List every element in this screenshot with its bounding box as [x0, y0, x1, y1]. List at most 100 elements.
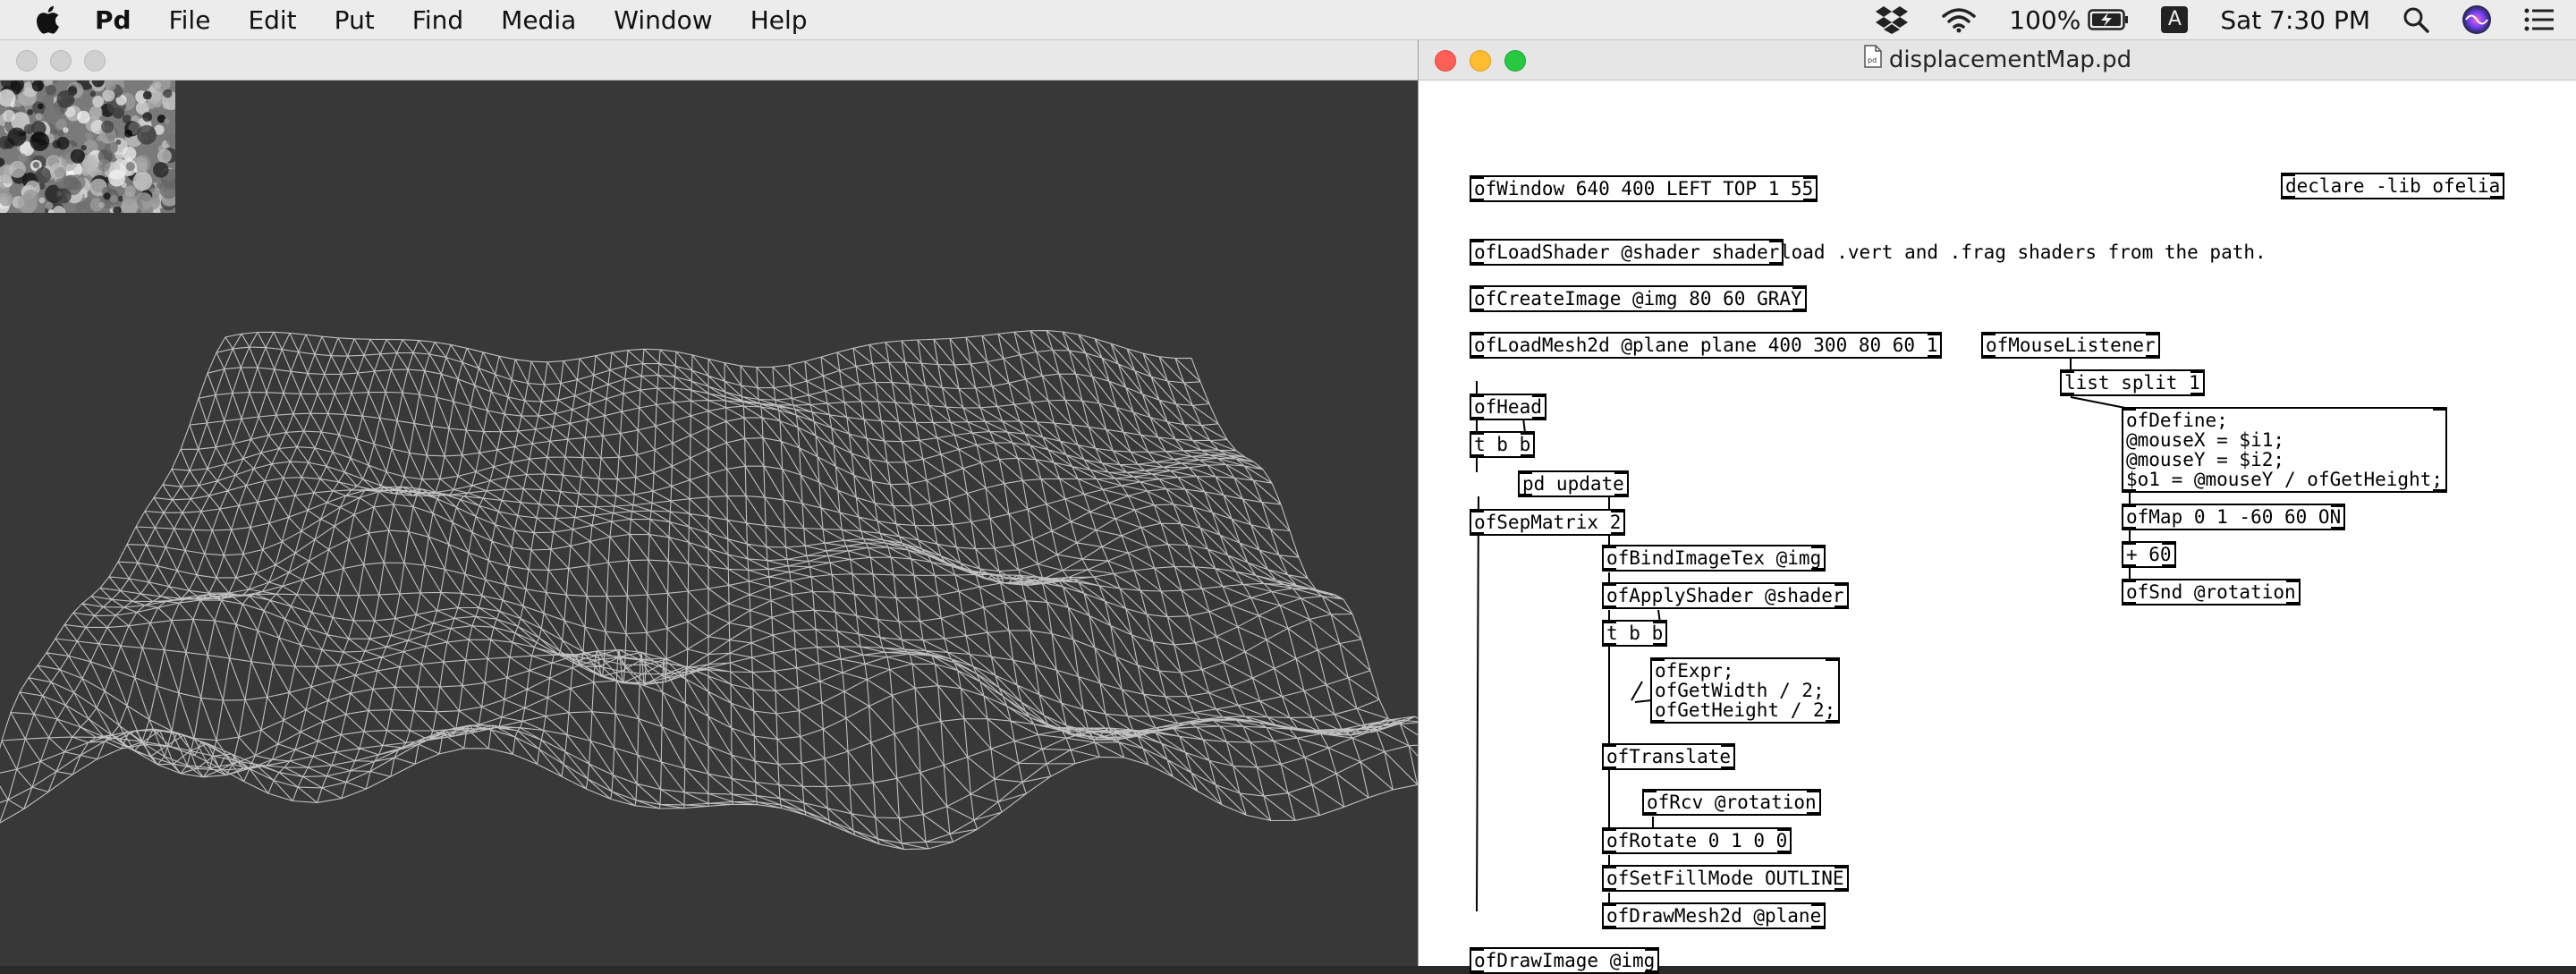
object-ofloadshader[interactable]: ofLoadShader @shader shader	[1470, 239, 1784, 266]
object-ofdefine[interactable]: ofDefine; @mouseX = $i1; @mouseY = $i2; …	[2122, 407, 2448, 493]
inlet[interactable]	[1792, 285, 1805, 289]
object-ofbindimagetex[interactable]: ofBindImageTex @img	[1602, 545, 1826, 572]
inlet[interactable]	[1604, 743, 1616, 747]
inlet[interactable]	[1777, 827, 1790, 831]
render-canvas[interactable]	[0, 80, 1418, 966]
outlet[interactable]	[1471, 454, 1484, 458]
inlet[interactable]	[1471, 509, 1484, 512]
object-ofloadmesh2d[interactable]: ofLoadMesh2d @plane plane 400 300 80 60 …	[1470, 332, 1943, 359]
outlet[interactable]	[1777, 851, 1790, 854]
object-trigger-bb[interactable]: t b b	[1470, 431, 1536, 458]
inlet[interactable]	[1471, 431, 1484, 435]
outlet[interactable]	[1471, 262, 1484, 266]
menu-help[interactable]: Help	[750, 5, 808, 35]
object-ofsnd-rotation[interactable]: ofSnd @rotation	[2122, 579, 2301, 606]
inlet[interactable]	[1611, 509, 1623, 512]
outlet[interactable]	[1471, 199, 1484, 202]
outlet[interactable]	[2283, 196, 2295, 199]
outlet[interactable]	[2286, 602, 2299, 606]
inlet[interactable]	[2123, 541, 2136, 545]
inlet[interactable]	[2286, 579, 2299, 582]
object-ofhead[interactable]: ofHead	[1470, 394, 1546, 420]
outlet[interactable]	[1471, 532, 1484, 536]
menu-app-pd[interactable]: Pd	[95, 5, 131, 35]
outlet[interactable]	[1471, 970, 1484, 974]
wifi-icon[interactable]	[1941, 6, 1977, 33]
inlet[interactable]	[2190, 369, 2203, 373]
inlet[interactable]	[1614, 470, 1627, 474]
menu-media[interactable]: Media	[501, 5, 576, 35]
inlet[interactable]	[1604, 620, 1616, 623]
inlet[interactable]	[1652, 657, 1665, 661]
object-trigger-bb-2[interactable]: t b b	[1602, 620, 1668, 647]
inlet[interactable]	[2490, 173, 2503, 176]
outlet[interactable]	[1614, 494, 1627, 497]
inlet[interactable]	[1604, 582, 1616, 586]
outlet[interactable]	[1653, 643, 1665, 647]
inlet[interactable]	[1983, 332, 1996, 335]
object-declare[interactable]: declare -lib ofelia	[2281, 173, 2505, 199]
outlet[interactable]	[1835, 606, 1847, 609]
minimize-button[interactable]	[50, 50, 72, 72]
menu-find[interactable]: Find	[412, 5, 463, 35]
outlet[interactable]	[2490, 196, 2503, 199]
outlet[interactable]	[2062, 393, 2074, 396]
outlet[interactable]	[2162, 564, 2174, 568]
inlet[interactable]	[1471, 239, 1484, 242]
outlet[interactable]	[1811, 568, 1824, 572]
dropbox-icon[interactable]	[1875, 5, 1909, 34]
object-ofsepmatrix[interactable]: ofSepMatrix 2	[1470, 509, 1626, 536]
object-list-split[interactable]: list split 1	[2060, 369, 2205, 396]
object-plus[interactable]: + 60	[2122, 541, 2176, 568]
outlet[interactable]	[1835, 888, 1847, 892]
inlet[interactable]	[2331, 504, 2343, 507]
apple-icon[interactable]	[36, 4, 64, 35]
inlet[interactable]	[1471, 394, 1484, 397]
object-ofrotate[interactable]: ofRotate 0 1 0 0	[1602, 827, 1792, 854]
outlet[interactable]	[1652, 720, 1665, 724]
outlet[interactable]	[1604, 606, 1616, 609]
inlet[interactable]	[1653, 620, 1665, 623]
inlet[interactable]	[2433, 407, 2445, 411]
inlet[interactable]	[1521, 431, 1533, 435]
outlet[interactable]	[1807, 812, 1819, 816]
inlet[interactable]	[1604, 865, 1616, 868]
inlet[interactable]	[2283, 173, 2295, 176]
inlet[interactable]	[1835, 865, 1847, 868]
outlet[interactable]	[1604, 888, 1616, 892]
object-ofrcv-rotation[interactable]: ofRcv @rotation	[1642, 789, 1821, 816]
outlet[interactable]	[1471, 355, 1484, 359]
spotlight-icon[interactable]	[2402, 6, 2429, 33]
outlet[interactable]	[1983, 355, 1996, 359]
outlet[interactable]	[1826, 720, 1838, 724]
inlet[interactable]	[1471, 285, 1484, 289]
outlet[interactable]	[1520, 494, 1532, 497]
object-ofmouselistener[interactable]: ofMouseListener	[1981, 332, 2160, 359]
object-ofwindow[interactable]: ofWindow 640 400 LEFT TOP 1 55	[1470, 175, 1818, 202]
inlet[interactable]	[1532, 394, 1545, 397]
inlet[interactable]	[1644, 789, 1657, 792]
outlet[interactable]	[2123, 602, 2136, 606]
outlet[interactable]	[1645, 970, 1657, 974]
inlet[interactable]	[1604, 545, 1616, 548]
close-button[interactable]	[16, 50, 38, 72]
inlet[interactable]	[1721, 743, 1733, 747]
outlet[interactable]	[1803, 199, 1816, 202]
outlet[interactable]	[1811, 926, 1824, 929]
object-ofsetfillmode[interactable]: ofSetFillMode OUTLINE	[1602, 865, 1849, 892]
siri-icon[interactable]	[2462, 4, 2492, 35]
menu-window[interactable]: Window	[614, 5, 712, 35]
outlet[interactable]	[1604, 926, 1616, 929]
outlet[interactable]	[1471, 417, 1484, 420]
inlet[interactable]	[2123, 504, 2136, 507]
outlet[interactable]	[1644, 812, 1657, 816]
inlet[interactable]	[1604, 902, 1616, 906]
menubar-clock[interactable]: Sat 7:30 PM	[2220, 5, 2370, 35]
outlet[interactable]	[1604, 766, 1616, 770]
inlet[interactable]	[2123, 579, 2136, 582]
object-ofexpr[interactable]: ofExpr; ofGetWidth / 2; ofGetHeight / 2;	[1650, 657, 1841, 724]
patch-canvas[interactable]: ofWindow 640 400 LEFT TOP 1 55 declare -…	[1419, 80, 2576, 974]
menu-edit[interactable]: Edit	[248, 5, 296, 35]
menu-file[interactable]: File	[169, 5, 211, 35]
inlet[interactable]	[1807, 789, 1819, 792]
